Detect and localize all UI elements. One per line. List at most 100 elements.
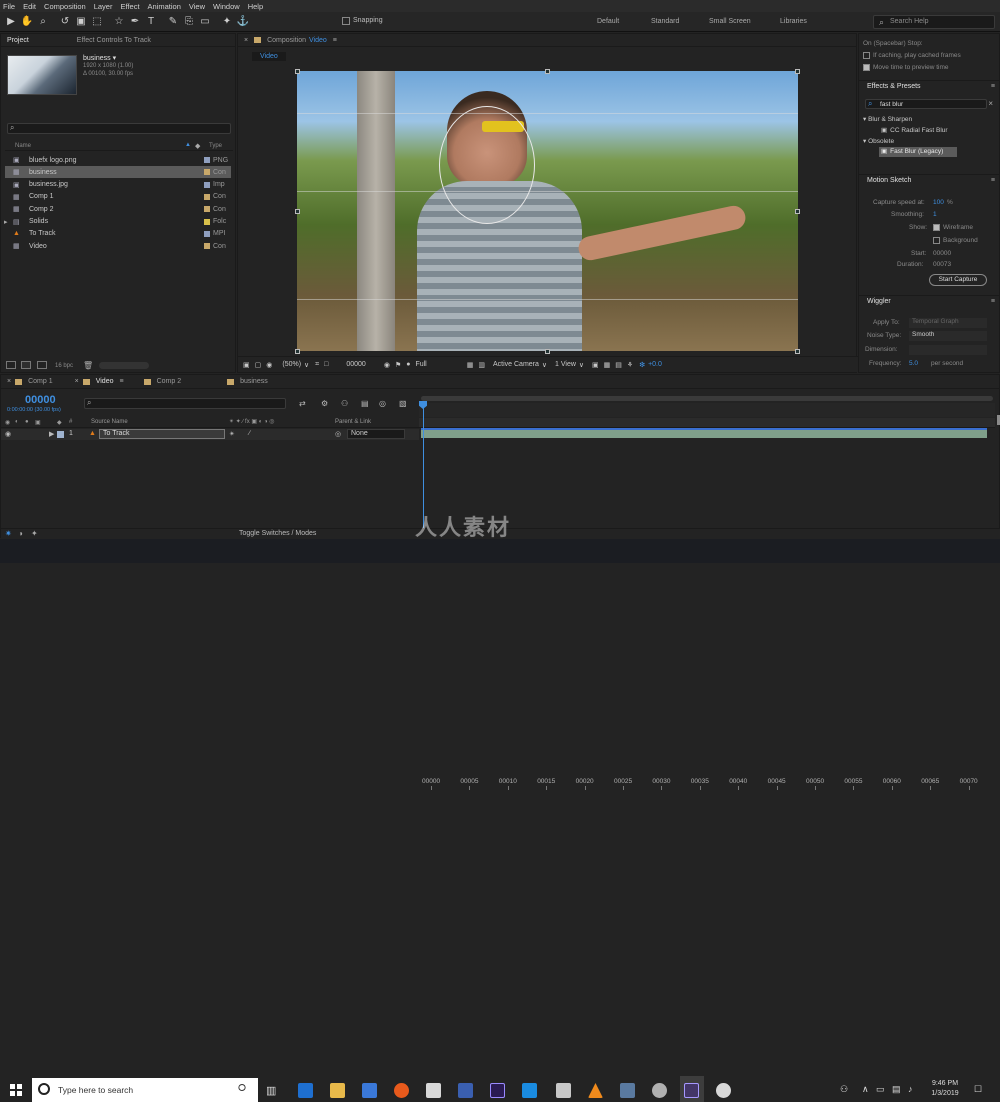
fast-preview-icon[interactable]: ▦ [604, 361, 611, 369]
puppet-tool-icon[interactable]: ⚓ [236, 15, 250, 29]
close-icon[interactable]: × [244, 37, 248, 44]
solo-icon[interactable]: ● [25, 419, 29, 425]
chevron-down-icon[interactable]: ∨ [542, 361, 547, 369]
toggle-pixel-icon[interactable]: ▣ [592, 361, 599, 369]
transparency-grid-icon[interactable]: ▦ [467, 361, 474, 369]
apply-to-dropdown[interactable]: Temporal Graph [909, 318, 987, 328]
eraser-tool-icon[interactable]: ▭ [198, 15, 212, 29]
after-effects-icon[interactable] [490, 1083, 505, 1098]
roto-brush-tool-icon[interactable]: ✦ [220, 15, 234, 29]
transform-handle[interactable] [545, 69, 550, 74]
workspace-libraries[interactable]: Libraries [780, 18, 807, 25]
time-ruler[interactable] [419, 403, 995, 417]
project-item[interactable]: ▣ bluefx logo.png PNG [5, 154, 231, 166]
exposure-icon[interactable]: ❇ [639, 361, 645, 369]
draft-3d-icon[interactable]: ⚙ [321, 399, 328, 408]
workspace-small-screen[interactable]: Small Screen [709, 18, 751, 25]
visibility-icon[interactable]: ◉ [5, 430, 11, 438]
panel-menu-icon[interactable]: ≡ [991, 177, 995, 184]
panel-menu-icon[interactable]: ≡ [991, 83, 995, 90]
layer-name[interactable]: To Track [99, 429, 225, 439]
project-item[interactable]: ▦ Comp 2 Con [5, 203, 231, 215]
new-folder-icon[interactable] [21, 361, 31, 369]
timeline-icon[interactable]: ▤ [615, 361, 622, 369]
label-color-swatch[interactable] [204, 243, 210, 250]
save-app-icon[interactable] [458, 1083, 473, 1098]
cache-checkbox[interactable] [863, 52, 870, 59]
app-icon[interactable] [652, 1083, 667, 1098]
search-help-input[interactable]: Search Help [873, 15, 995, 29]
timeline-tab-video[interactable]: Video [90, 378, 120, 385]
effect-cc-radial-fast-blur[interactable]: ▣ CC Radial Fast Blur [881, 126, 948, 134]
rotate-tool-icon[interactable]: ↺ [58, 15, 72, 29]
label-color-swatch[interactable] [204, 157, 210, 163]
expand-arrow-icon[interactable]: ▶ [49, 430, 54, 438]
snapping-checkbox[interactable] [342, 17, 350, 25]
workspace-default[interactable]: Default [597, 18, 619, 25]
in-out-icon[interactable]: ✦ [31, 529, 38, 538]
noise-type-dropdown[interactable]: Smooth [909, 331, 987, 341]
firefox-icon[interactable] [394, 1083, 409, 1098]
collapse-switch-icon[interactable]: ✴ [229, 430, 235, 438]
pen-tool-icon[interactable]: ✒ [128, 15, 142, 29]
mail-icon[interactable] [426, 1083, 441, 1098]
label-color-swatch[interactable] [204, 181, 210, 188]
chevron-down-icon[interactable]: ∨ [579, 361, 584, 369]
project-search-input[interactable] [7, 123, 231, 134]
channel-icon[interactable]: ● [406, 361, 410, 368]
effects-presets-title[interactable]: Effects & Presets [867, 83, 921, 90]
app-icon[interactable] [522, 1083, 537, 1098]
tracking-mask-ellipse[interactable] [439, 106, 535, 224]
pan-behind-tool-icon[interactable]: ⬚ [90, 15, 104, 29]
chevron-down-icon[interactable]: ∨ [304, 361, 309, 369]
app-icon[interactable] [620, 1083, 635, 1098]
menu-item-effect[interactable]: Effect [120, 2, 139, 11]
menu-item-animation[interactable]: Animation [148, 2, 181, 11]
zoom-tool-icon[interactable]: ⌕ [36, 15, 50, 29]
motion-blur-icon[interactable]: ◎ [379, 399, 386, 408]
camera-dropdown[interactable]: Active Camera [493, 361, 539, 368]
layer-row[interactable]: ◉ ▶ 1 ▲ To Track ✴ ∕ ◎ None [1, 429, 419, 440]
effects-search-input[interactable]: fast blur [865, 99, 987, 109]
bpc-label[interactable]: 16 bpc [55, 363, 73, 369]
frame-blend-icon[interactable]: ▤ [361, 399, 369, 408]
toggle-switches-modes-button[interactable]: Toggle Switches / Modes [239, 530, 316, 537]
current-time-display[interactable]: 00000 [346, 361, 365, 368]
transform-handle[interactable] [795, 69, 800, 74]
camera-tool-icon[interactable]: ▣ [74, 15, 88, 29]
project-item[interactable]: ▣ business.jpg Imp [5, 179, 231, 191]
project-item[interactable]: ▲ To Track MPI [5, 228, 231, 240]
category-obsolete[interactable]: ▾ Obsolete [863, 137, 894, 145]
region-of-interest-icon[interactable]: ▢ [255, 361, 262, 369]
label-color-swatch[interactable] [204, 206, 210, 213]
start-capture-button[interactable]: Start Capture [929, 274, 987, 286]
visibility-icon[interactable]: ◉ [5, 419, 10, 426]
move-time-checkbox[interactable] [863, 64, 870, 71]
time-navigator[interactable] [421, 396, 993, 401]
calculator-icon[interactable] [556, 1083, 571, 1098]
transform-handle[interactable] [545, 349, 550, 354]
transform-handle[interactable] [295, 349, 300, 354]
resolution-dropdown[interactable]: Full [415, 361, 426, 368]
menu-item-view[interactable]: View [189, 2, 205, 11]
clock-time[interactable]: 9:46 PM [930, 1080, 960, 1087]
label-color-swatch[interactable] [204, 218, 210, 225]
label-color-swatch[interactable] [204, 193, 210, 200]
composition-subtab[interactable]: Video [252, 52, 286, 61]
hand-tool-icon[interactable]: ✋ [20, 15, 34, 29]
transfer-controls-icon[interactable]: ◑ [18, 529, 23, 538]
selection-tool-icon[interactable]: ▶ [4, 15, 18, 29]
shape-tool-icon[interactable]: ☆ [112, 15, 126, 29]
timeline-tab-comp1[interactable]: Comp 1 [22, 378, 59, 385]
composition-tab-label[interactable]: Composition [261, 37, 306, 44]
close-icon[interactable]: × [7, 378, 11, 385]
edge-icon[interactable] [298, 1083, 313, 1098]
lock-icon[interactable]: ▣ [35, 419, 41, 426]
notifications-icon[interactable]: ☐ [974, 1084, 982, 1095]
task-view-icon[interactable]: ▥ [266, 1084, 276, 1097]
timeline-search-input[interactable] [84, 398, 286, 409]
file-explorer-icon[interactable] [330, 1083, 345, 1098]
quality-switch-icon[interactable]: ∕ [249, 430, 250, 437]
dimension-dropdown[interactable] [909, 345, 987, 355]
expand-arrow-icon[interactable]: ▸ [4, 218, 8, 226]
